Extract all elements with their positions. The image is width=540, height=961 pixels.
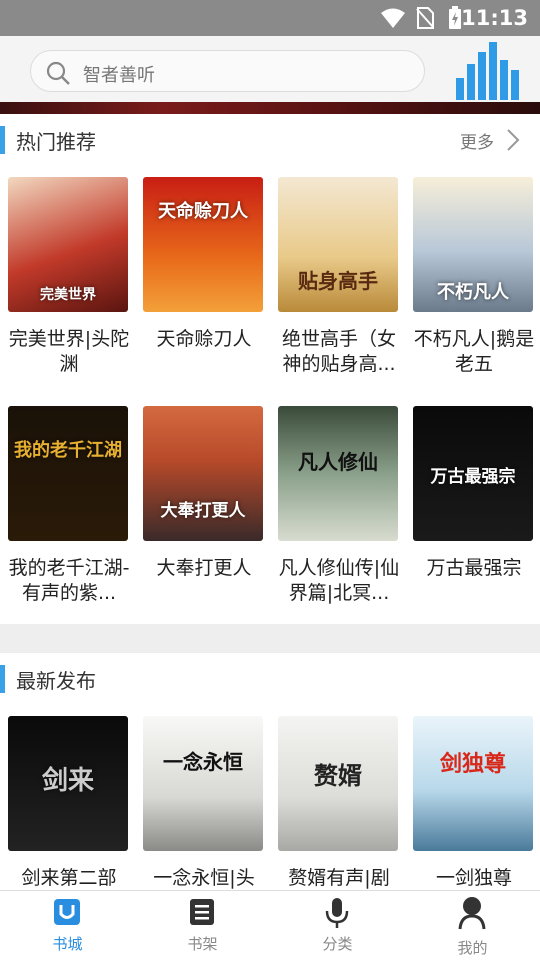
book-title[interactable]: 万古最强宗 xyxy=(413,556,535,581)
book-cover[interactable]: 剑独尊 xyxy=(413,716,533,851)
tab-label: 分类 xyxy=(322,935,353,953)
microphone-icon xyxy=(325,898,349,928)
banner-image[interactable] xyxy=(0,102,540,114)
book-title[interactable]: 不朽凡人|鹅是老五 xyxy=(413,327,535,377)
tab-bookshelf[interactable]: 书架 xyxy=(135,891,270,961)
tab-label: 书城 xyxy=(52,935,83,953)
tab-profile[interactable]: 我的 xyxy=(405,891,540,961)
book-cover[interactable]: 天命赊刀人 xyxy=(143,177,263,312)
book-title[interactable]: 天命赊刀人 xyxy=(143,327,265,352)
book-card[interactable]: 一念永恒 一念永恒|头 xyxy=(143,716,265,891)
book-card[interactable]: 我的老千江湖 我的老千江湖-有声的紫... xyxy=(8,406,130,606)
book-cover[interactable]: 大奉打更人 xyxy=(143,406,263,541)
book-title[interactable]: 剑来第二部 xyxy=(8,866,130,891)
hot-section-header: 热门推荐 更多 xyxy=(0,120,540,160)
status-bar: 11:13 xyxy=(0,0,540,36)
profile-icon xyxy=(458,897,486,930)
latest-section-header: 最新发布 xyxy=(0,659,540,699)
book-cover[interactable]: 我的老千江湖 xyxy=(8,406,128,541)
status-time: 11:13 xyxy=(461,6,528,30)
book-card[interactable]: 剑来 剑来第二部 xyxy=(8,716,130,891)
book-title[interactable]: 凡人修仙传|仙界篇|北冥... xyxy=(278,556,400,606)
tab-book-city[interactable]: 书城 xyxy=(0,891,135,961)
tab-label: 我的 xyxy=(457,939,488,957)
book-card[interactable]: 大奉打更人 大奉打更人 xyxy=(143,406,265,581)
section-divider xyxy=(0,624,540,653)
book-title[interactable]: 完美世界|头陀渊 xyxy=(8,327,130,377)
book-card[interactable]: 凡人修仙 凡人修仙传|仙界篇|北冥... xyxy=(278,406,400,606)
book-card[interactable]: 天命赊刀人 天命赊刀人 xyxy=(143,177,265,352)
search-placeholder: 智者善听 xyxy=(83,65,155,86)
book-card[interactable]: 完美世界 完美世界|头陀渊 xyxy=(8,177,130,377)
book-title[interactable]: 大奉打更人 xyxy=(143,556,265,581)
book-cover[interactable]: 贴身高手 xyxy=(278,177,398,312)
book-cover[interactable]: 不朽凡人 xyxy=(413,177,533,312)
book-title[interactable]: 一念永恒|头 xyxy=(143,866,265,891)
audio-equalizer-icon[interactable] xyxy=(454,40,520,102)
book-card[interactable]: 不朽凡人 不朽凡人|鹅是老五 xyxy=(413,177,535,377)
section-title: 热门推荐 xyxy=(16,130,96,154)
bottom-tab-bar: 书城 书架 分类 我的 xyxy=(0,890,540,960)
wifi-icon xyxy=(381,8,405,28)
book-card[interactable]: 剑独尊 一剑独尊 xyxy=(413,716,535,891)
tab-category[interactable]: 分类 xyxy=(270,891,405,961)
tab-label: 书架 xyxy=(187,935,218,953)
book-card[interactable]: 赘婿 赘婿有声|剧 xyxy=(278,716,400,891)
book-cover[interactable]: 完美世界 xyxy=(8,177,128,312)
section-accent-bar xyxy=(0,126,5,154)
book-cover[interactable]: 一念永恒 xyxy=(143,716,263,851)
bookshelf-icon xyxy=(190,899,214,925)
section-accent-bar xyxy=(0,665,5,693)
book-title[interactable]: 绝世高手（女神的贴身高... xyxy=(278,327,400,377)
no-sim-icon xyxy=(416,7,434,29)
search-icon xyxy=(46,61,70,85)
more-link[interactable]: 更多 xyxy=(460,128,494,153)
book-title[interactable]: 我的老千江湖-有声的紫... xyxy=(8,556,130,606)
book-title[interactable]: 一剑独尊 xyxy=(413,866,535,891)
book-card[interactable]: 万古最强宗 万古最强宗 xyxy=(413,406,535,581)
battery-charging-icon xyxy=(449,6,461,29)
book-cover[interactable]: 赘婿 xyxy=(278,716,398,851)
book-title[interactable]: 赘婿有声|剧 xyxy=(278,866,400,891)
book-city-icon xyxy=(54,899,80,925)
book-cover[interactable]: 万古最强宗 xyxy=(413,406,533,541)
section-title: 最新发布 xyxy=(16,669,96,693)
book-card[interactable]: 贴身高手 绝世高手（女神的贴身高... xyxy=(278,177,400,377)
search-input[interactable]: 智者善听 xyxy=(30,50,425,92)
book-cover[interactable]: 剑来 xyxy=(8,716,128,851)
book-cover[interactable]: 凡人修仙 xyxy=(278,406,398,541)
chevron-right-icon[interactable] xyxy=(506,128,520,152)
